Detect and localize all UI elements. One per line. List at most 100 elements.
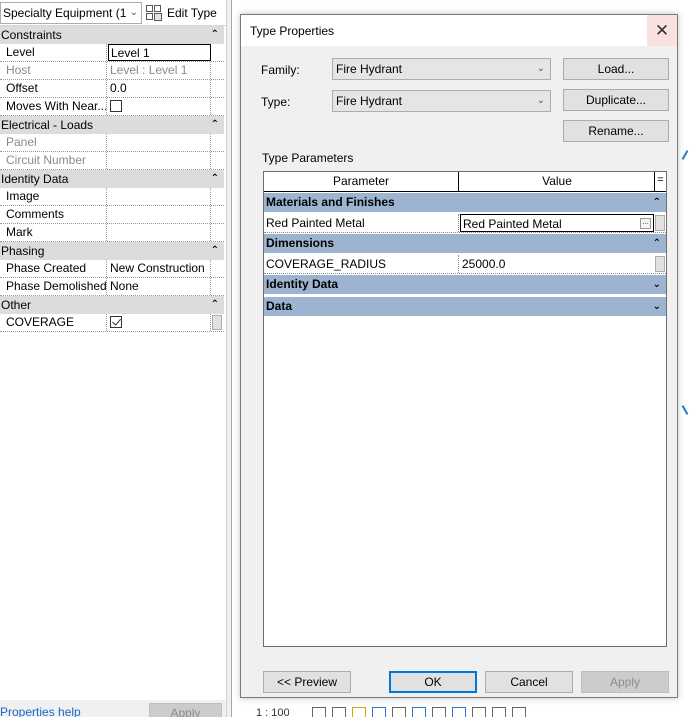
- property-row[interactable]: Mark: [0, 224, 224, 242]
- view-scale[interactable]: 1 : 100: [256, 707, 290, 717]
- collapse-icon[interactable]: ⌃: [211, 116, 219, 134]
- property-row[interactable]: Phase Demolished None: [0, 278, 224, 296]
- parameter-name: COVERAGE_RADIUS: [264, 255, 459, 273]
- properties-footer: Properties help Apply: [0, 700, 226, 717]
- palette-group-header[interactable]: Electrical - Loads ⌃: [0, 116, 224, 134]
- properties-help-link[interactable]: Properties help: [0, 705, 81, 717]
- ok-button[interactable]: OK: [389, 671, 477, 693]
- row-tail: [211, 62, 224, 79]
- property-name: Mark: [0, 224, 107, 241]
- property-value-cell[interactable]: None: [108, 278, 211, 295]
- detail-level-icon[interactable]: [312, 707, 326, 717]
- constraints-icon[interactable]: [512, 707, 526, 717]
- parameter-value-text: Red Painted Metal: [463, 217, 562, 231]
- duplicate-button[interactable]: Duplicate...: [563, 89, 669, 111]
- show-crop-icon[interactable]: [412, 707, 426, 717]
- chevron-down-icon: ⌄: [129, 7, 138, 18]
- close-button[interactable]: ✕: [647, 15, 677, 46]
- group-title: Constraints: [1, 28, 62, 42]
- property-value-cell[interactable]: [108, 314, 211, 331]
- property-name: Image: [0, 188, 107, 205]
- property-value-cell[interactable]: 0.0: [108, 80, 211, 97]
- visual-style-icon[interactable]: [332, 707, 346, 717]
- property-row[interactable]: Image: [0, 188, 224, 206]
- parameter-group-header[interactable]: Dimensions ⌃: [264, 234, 666, 253]
- associate-parameter-button[interactable]: [212, 315, 222, 330]
- property-value-cell[interactable]: [108, 206, 211, 223]
- dialog-title: Type Properties: [250, 24, 335, 38]
- formula-column-header[interactable]: =: [655, 172, 666, 191]
- parameter-row[interactable]: COVERAGE_RADIUS 25000.0: [264, 255, 666, 274]
- type-value: Fire Hydrant: [336, 94, 403, 108]
- parameter-group-header[interactable]: Materials and Finishes ⌃: [264, 193, 666, 212]
- reveal-hidden-icon[interactable]: [452, 707, 466, 717]
- lock-view-icon[interactable]: [472, 707, 486, 717]
- parameter-row[interactable]: Red Painted Metal Red Painted Metal...: [264, 214, 666, 233]
- collapse-icon[interactable]: ⌃: [211, 26, 219, 44]
- chevron-down-icon: ⌄: [536, 95, 545, 106]
- properties-apply-button[interactable]: Apply: [149, 703, 222, 717]
- edit-type-label: Edit Type: [167, 6, 217, 20]
- expand-icon[interactable]: ⌄: [653, 275, 661, 294]
- load-button[interactable]: Load...: [563, 58, 669, 80]
- browse-button[interactable]: ...: [640, 218, 651, 229]
- edit-type-button[interactable]: Edit Type: [146, 2, 217, 24]
- property-row[interactable]: Phase Created New Construction: [0, 260, 224, 278]
- cancel-button[interactable]: Cancel: [485, 671, 573, 693]
- temporary-hide-icon[interactable]: [432, 707, 446, 717]
- property-row[interactable]: Moves With Near...: [0, 98, 224, 116]
- parameter-group-header[interactable]: Identity Data ⌄: [264, 275, 666, 294]
- dialog-apply-button[interactable]: Apply: [581, 671, 669, 693]
- property-row[interactable]: Panel: [0, 134, 224, 152]
- property-row[interactable]: COVERAGE: [0, 314, 224, 332]
- property-value-cell[interactable]: Level 1: [108, 44, 211, 61]
- property-checkbox[interactable]: [110, 99, 122, 112]
- value-column-header[interactable]: Value: [460, 172, 655, 191]
- palette-group-header[interactable]: Phasing ⌃: [0, 242, 224, 260]
- associate-parameter-button[interactable]: [655, 256, 665, 272]
- collapse-icon[interactable]: ⌃: [653, 193, 661, 212]
- close-icon: ✕: [654, 21, 670, 40]
- crop-view-icon[interactable]: [392, 707, 406, 717]
- group-title: Phasing: [1, 244, 45, 258]
- property-name: Phase Created: [0, 260, 107, 277]
- associate-parameter-button[interactable]: [655, 215, 665, 231]
- rename-button[interactable]: Rename...: [563, 120, 669, 142]
- type-selector-dropdown[interactable]: Specialty Equipment (1 ⌄: [0, 2, 142, 24]
- property-value-cell[interactable]: [108, 224, 211, 241]
- collapse-icon[interactable]: ⌃: [211, 242, 219, 260]
- property-value-cell[interactable]: [108, 98, 211, 115]
- collapse-icon[interactable]: ⌃: [653, 234, 661, 253]
- palette-group-header[interactable]: Constraints ⌃: [0, 26, 224, 44]
- group-title: Electrical - Loads: [1, 118, 94, 132]
- parameter-group-header[interactable]: Data ⌄: [264, 297, 666, 316]
- property-row[interactable]: Circuit Number: [0, 152, 224, 170]
- edit-type-icon: [146, 5, 162, 21]
- shadows-icon[interactable]: [372, 707, 386, 717]
- expand-icon[interactable]: ⌄: [653, 297, 661, 316]
- sun-path-icon[interactable]: [352, 707, 366, 717]
- property-row[interactable]: Level Level 1: [0, 44, 224, 62]
- type-dropdown[interactable]: Fire Hydrant ⌄: [332, 90, 551, 112]
- analytical-model-icon[interactable]: [492, 707, 506, 717]
- group-title: Identity Data: [1, 172, 69, 186]
- parameter-value[interactable]: Red Painted Metal...: [460, 214, 654, 232]
- palette-group-header[interactable]: Other ⌃: [0, 296, 224, 314]
- preview-button[interactable]: << Preview: [263, 671, 351, 693]
- property-value-cell[interactable]: [108, 188, 211, 205]
- property-name: Phase Demolished: [0, 278, 107, 295]
- property-checkbox[interactable]: [110, 315, 122, 328]
- revit-window: Specialty Equipment (1 ⌄ Edit Type Const…: [0, 0, 690, 717]
- family-value: Fire Hydrant: [336, 62, 403, 76]
- property-value-cell[interactable]: New Construction: [108, 260, 211, 277]
- property-row[interactable]: Host Level : Level 1: [0, 62, 224, 80]
- parameter-column-header[interactable]: Parameter: [264, 172, 459, 191]
- property-row[interactable]: Comments: [0, 206, 224, 224]
- family-dropdown[interactable]: Fire Hydrant ⌄: [332, 58, 551, 80]
- parameter-value[interactable]: 25000.0: [460, 255, 654, 273]
- property-row[interactable]: Offset 0.0: [0, 80, 224, 98]
- dialog-title-bar[interactable]: Type Properties ✕: [241, 15, 677, 46]
- collapse-icon[interactable]: ⌃: [211, 296, 219, 314]
- collapse-icon[interactable]: ⌃: [211, 170, 219, 188]
- palette-group-header[interactable]: Identity Data ⌃: [0, 170, 224, 188]
